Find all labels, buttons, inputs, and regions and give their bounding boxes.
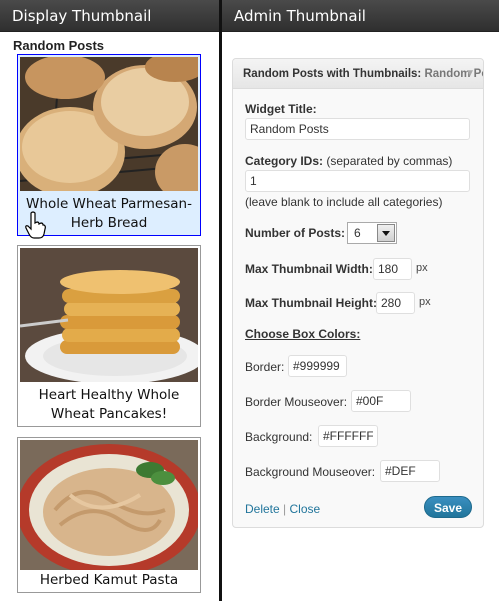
delete-link[interactable]: Delete [245,502,280,516]
caption-line[interactable]: Heart Healthy Whole [18,386,200,405]
max-width-input[interactable] [373,258,412,280]
post-thumbnail-pasta[interactable]: Herbed Kamut Pasta [17,437,201,593]
number-of-posts-select[interactable]: 6 [347,222,397,244]
background-mouseover-label: Background Mouseover: [245,465,376,479]
hand-pointer-icon [25,211,46,239]
border-color-input[interactable] [288,355,347,377]
max-height-label: Max Thumbnail Height: [245,296,377,310]
post-thumbnail-bread[interactable]: Whole Wheat Parmesan- Herb Bread [17,54,201,236]
number-of-posts-label: Number of Posts: [245,226,346,240]
max-width-label: Max Thumbnail Width: [245,262,373,276]
post-caption[interactable]: Heart Healthy Whole Wheat Pancakes! [18,386,200,424]
category-ids-input[interactable] [245,170,470,192]
widget-links: Delete | Close [245,502,320,516]
widget-header-name: Random Posts with Thumbnails: [243,68,422,80]
height-unit: px [419,296,431,308]
pasta-image [20,440,198,570]
save-button[interactable]: Save [424,496,472,518]
widget-header[interactable]: Random Posts with Thumbnails: Random Pos… [233,59,483,89]
caption-line[interactable]: Wheat Pancakes! [18,405,200,424]
bread-image [20,57,198,191]
widget-title-input[interactable] [245,118,470,140]
column-divider [219,0,222,601]
border-label: Border: [245,360,285,374]
background-mouseover-input[interactable] [380,460,440,482]
widget-panel: Random Posts with Thumbnails: Random Pos… [232,58,484,528]
triangle-down-icon[interactable]: ▼ [465,68,475,79]
caption-line[interactable]: Herbed Kamut Pasta [18,571,200,590]
close-link[interactable]: Close [289,502,320,516]
widget-header-title: Random Posts with Thumbnails: Random Pos… [243,68,483,80]
border-mouseover-input[interactable] [351,390,411,412]
header-bar: Display Thumbnail Admin Thumbnail [0,0,499,32]
background-label: Background: [245,430,313,444]
category-note: (leave blank to include all categories) [245,195,443,209]
link-separator: | [279,502,290,516]
choose-box-colors-label: Choose Box Colors: [245,327,361,341]
category-ids-label: Category IDs: (separated by commas) [245,154,453,168]
border-mouseover-label: Border Mouseover: [245,395,348,409]
background-input[interactable] [318,425,378,447]
dropdown-arrow-icon[interactable] [377,224,395,242]
post-thumbnail-pancakes[interactable]: Heart Healthy Whole Wheat Pancakes! [17,245,201,427]
random-posts-title: Random Posts [13,38,105,53]
widget-title-label: Widget Title: [245,102,317,116]
post-caption[interactable]: Herbed Kamut Pasta [18,571,200,590]
pancakes-image [20,248,198,382]
display-thumbnail-heading: Display Thumbnail [12,7,152,25]
max-height-input[interactable] [376,292,415,314]
select-value: 6 [354,226,361,240]
width-unit: px [416,262,428,274]
admin-thumbnail-heading: Admin Thumbnail [234,7,366,25]
